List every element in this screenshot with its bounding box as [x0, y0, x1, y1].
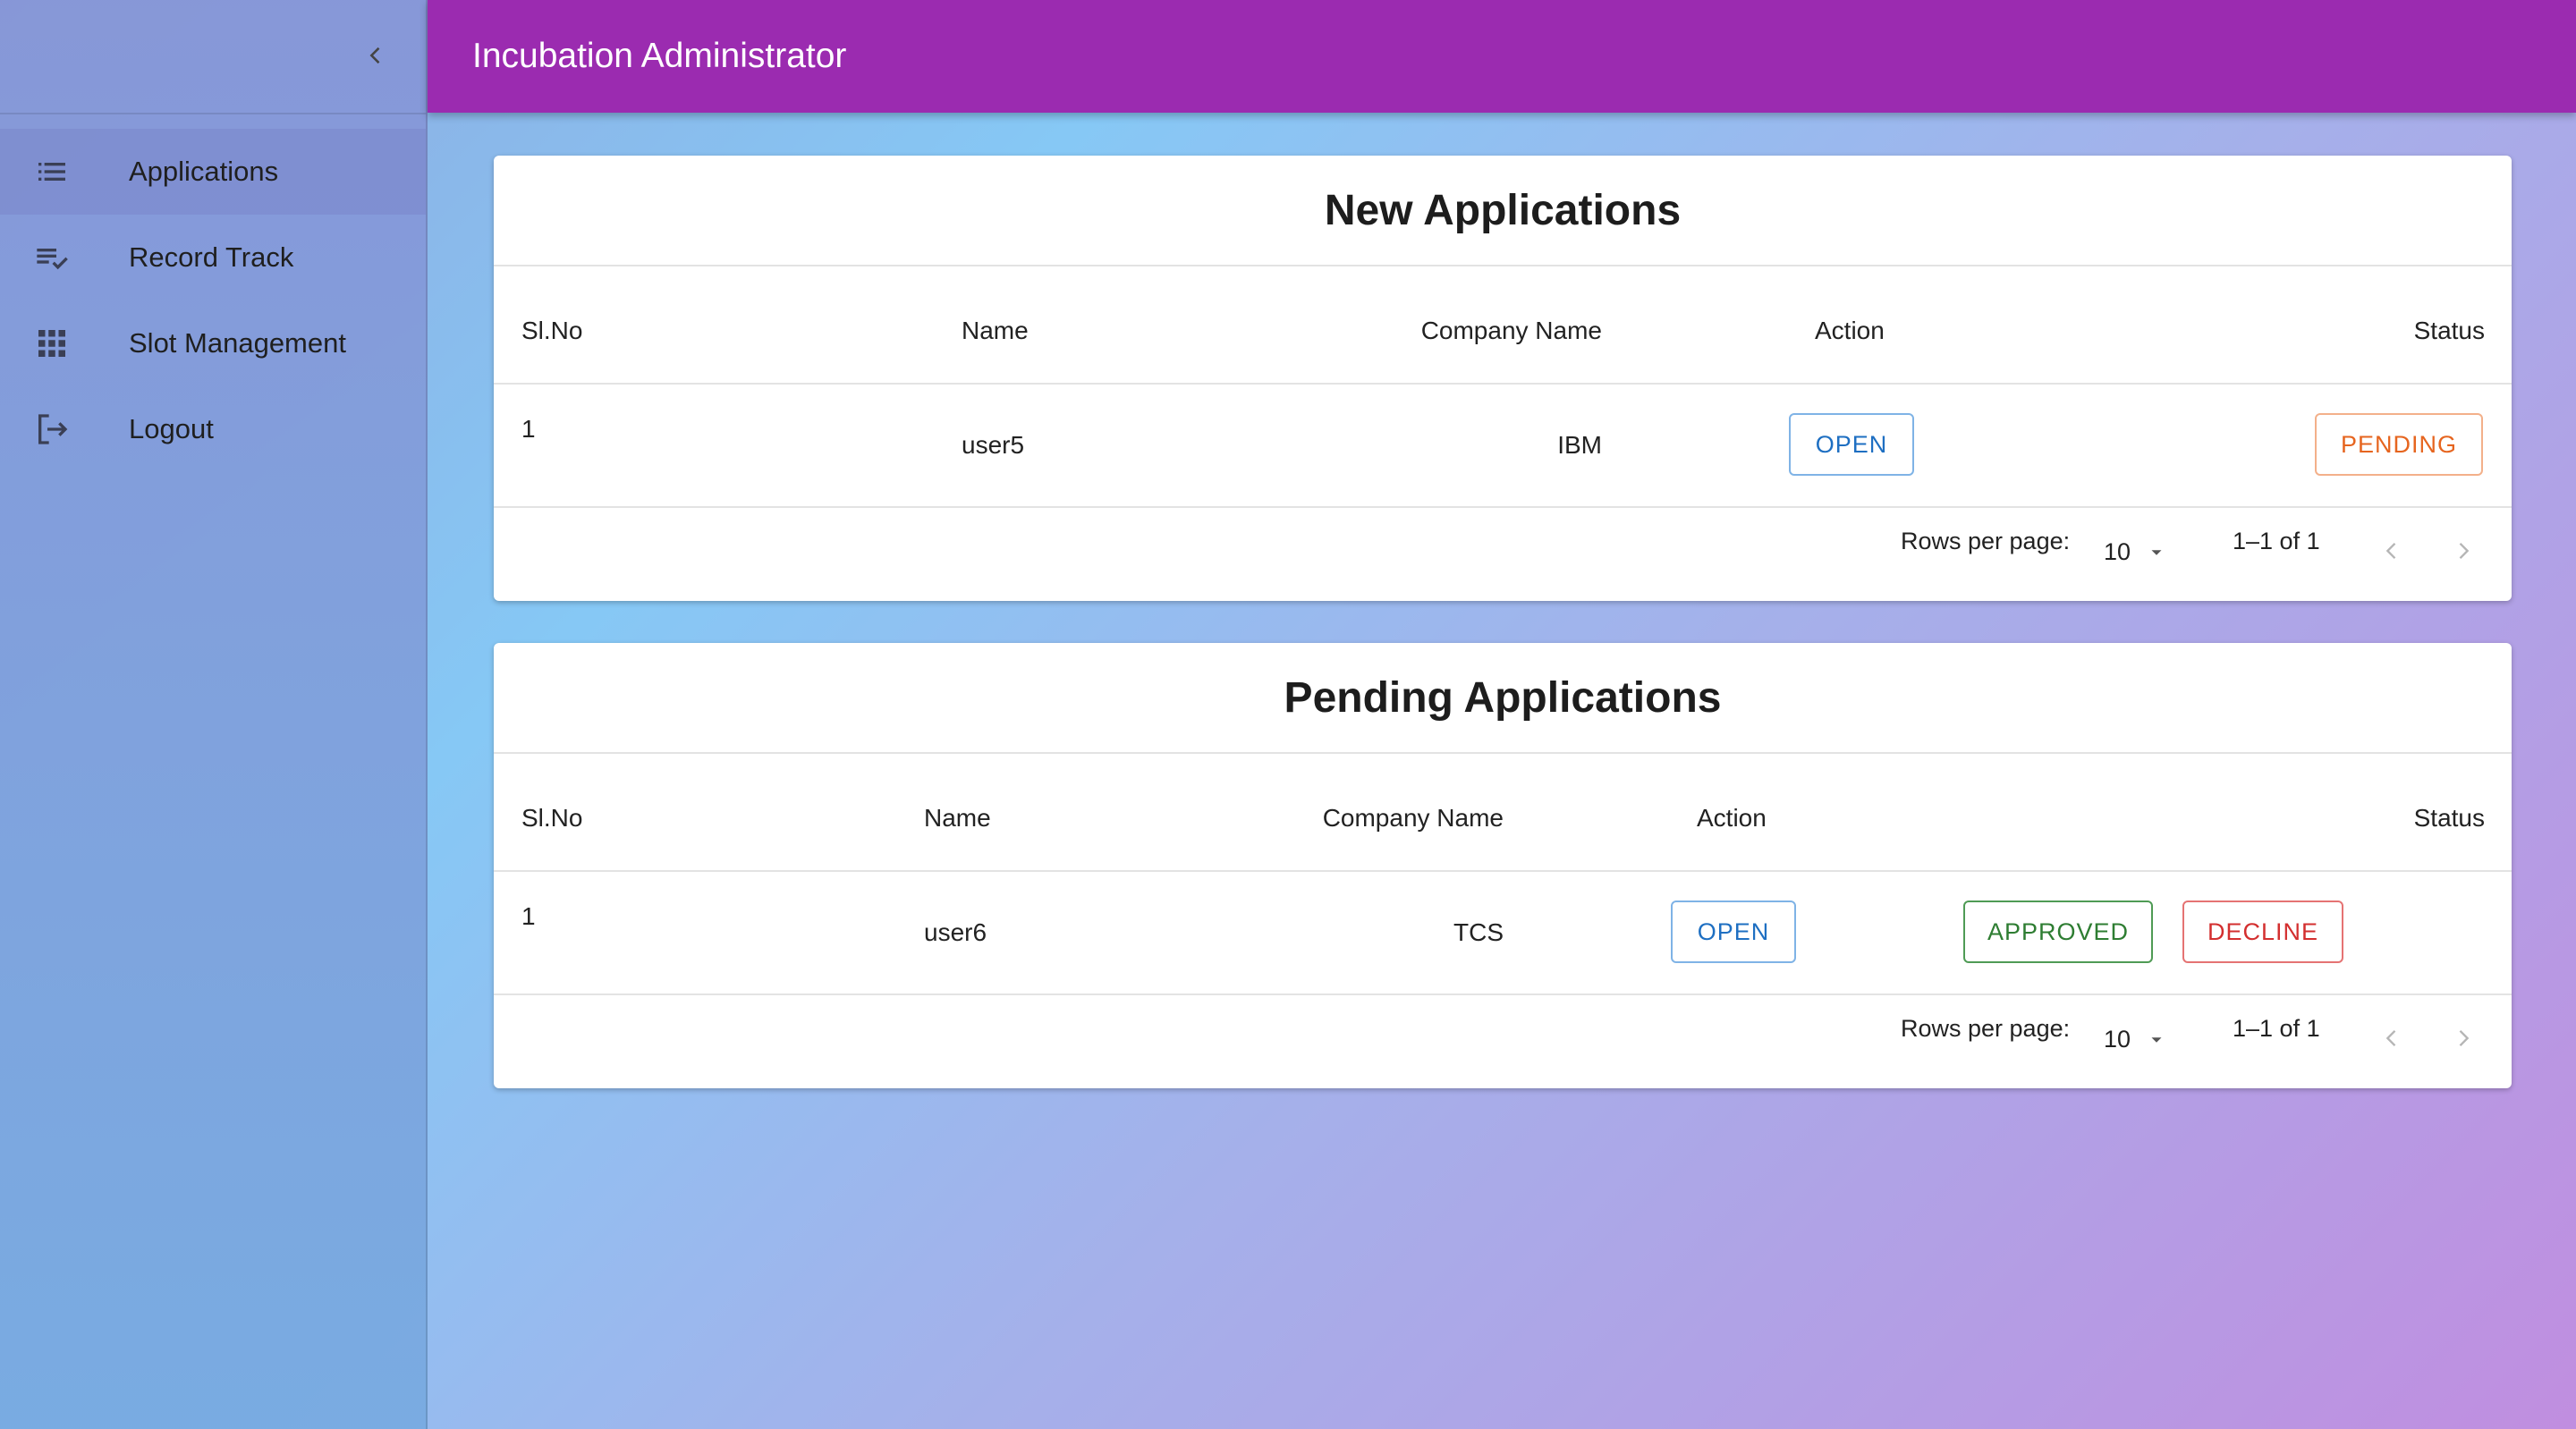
table-row: 1 user6 TCS OPEN APPROVED DECLINE	[494, 872, 2512, 995]
cell-name: user5	[962, 431, 1025, 459]
column-header-slno: Sl.No	[521, 317, 583, 344]
next-page-button[interactable]	[2447, 535, 2479, 567]
open-button[interactable]: OPEN	[1789, 413, 1914, 476]
pending-applications-card: Pending Applications Sl.No Name Company …	[494, 643, 2512, 1088]
decline-button[interactable]: DECLINE	[2182, 901, 2343, 963]
chevron-right-icon	[2459, 1030, 2470, 1046]
column-header-action: Action	[1815, 317, 1885, 344]
table-header-row: Sl.No Name Company Name Action Status	[494, 754, 2512, 872]
column-header-company: Company Name	[1420, 317, 1602, 344]
rows-per-page-value: 10	[2104, 538, 2131, 565]
column-header-company: Company Name	[1322, 804, 1504, 832]
sidebar-item-logout[interactable]: Logout	[0, 386, 426, 472]
chevron-left-icon	[2385, 543, 2396, 559]
pending-status-button[interactable]: PENDING	[2315, 413, 2483, 476]
table-row: 1 user5 IBM OPEN PENDING	[494, 385, 2512, 508]
caret-down-icon	[2151, 549, 2162, 555]
new-applications-card: New Applications Sl.No Name Company Name…	[494, 156, 2512, 601]
page-title: Incubation Administrator	[472, 37, 847, 75]
pagination-range: 1–1 of 1	[2233, 528, 2320, 554]
sidebar-item-label: Logout	[129, 413, 214, 444]
previous-page-button[interactable]	[2376, 535, 2408, 567]
collapse-sidebar-button[interactable]	[352, 32, 399, 79]
sidebar: Applications Record Track Slot Managemen…	[0, 0, 428, 1429]
app-bar: Incubation Administrator	[428, 0, 2576, 113]
table-pagination: Rows per page: 10 1–1 of 1	[494, 508, 2512, 601]
column-header-status: Status	[2413, 804, 2485, 832]
rows-per-page-select[interactable]: 10	[2104, 1026, 2166, 1053]
sidebar-item-record-track[interactable]: Record Track	[0, 215, 426, 300]
cell-name: user6	[924, 918, 987, 946]
sidebar-item-label: Slot Management	[129, 327, 346, 359]
sidebar-header	[0, 0, 426, 114]
open-button[interactable]: OPEN	[1671, 901, 1796, 963]
column-header-status: Status	[2413, 317, 2485, 344]
previous-page-button[interactable]	[2376, 1022, 2408, 1054]
grid-icon	[32, 324, 72, 363]
column-header-slno: Sl.No	[521, 804, 583, 832]
column-header-name: Name	[924, 804, 991, 832]
sidebar-item-slot-management[interactable]: Slot Management	[0, 300, 426, 386]
cell-company: TCS	[1453, 918, 1504, 946]
cell-slno: 1	[521, 415, 536, 443]
list-icon	[32, 152, 72, 191]
logout-icon	[32, 410, 72, 449]
chevron-right-icon	[2459, 543, 2470, 559]
caret-down-icon	[2151, 1036, 2162, 1043]
column-header-action: Action	[1697, 804, 1767, 832]
table-header-row: Sl.No Name Company Name Action Status	[494, 266, 2512, 385]
rows-per-page-label: Rows per page:	[1901, 1015, 2071, 1042]
column-header-name: Name	[962, 317, 1029, 344]
playlist-check-icon	[32, 238, 72, 277]
chevron-left-icon	[369, 47, 380, 64]
table-pagination: Rows per page: 10 1–1 of 1	[494, 995, 2512, 1088]
cell-slno: 1	[521, 902, 536, 930]
cell-company: IBM	[1557, 431, 1602, 459]
card-title: Pending Applications	[494, 643, 2512, 754]
approve-button[interactable]: APPROVED	[1963, 901, 2153, 963]
chevron-left-icon	[2385, 1030, 2396, 1046]
rows-per-page-value: 10	[2104, 1026, 2131, 1053]
next-page-button[interactable]	[2447, 1022, 2479, 1054]
rows-per-page-select[interactable]: 10	[2104, 538, 2166, 566]
sidebar-item-label: Record Track	[129, 241, 294, 273]
pagination-range: 1–1 of 1	[2233, 1015, 2320, 1042]
card-title: New Applications	[494, 156, 2512, 266]
sidebar-item-label: Applications	[129, 156, 279, 187]
rows-per-page-label: Rows per page:	[1901, 528, 2071, 554]
sidebar-nav: Applications Record Track Slot Managemen…	[0, 114, 426, 472]
sidebar-item-applications[interactable]: Applications	[0, 129, 426, 215]
